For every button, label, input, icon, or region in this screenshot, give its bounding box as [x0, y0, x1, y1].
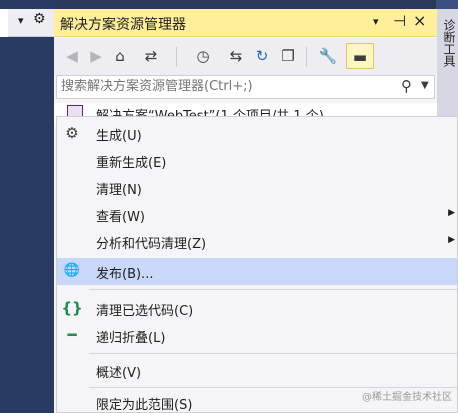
gear-icon[interactable]: ⚙: [33, 11, 46, 27]
menu-item-label: 查看(W): [96, 210, 145, 225]
menu-separator: [89, 289, 457, 290]
menu-item-analyze[interactable]: 分析和代码清理(Z) ▶: [57, 228, 457, 255]
search-icon[interactable]: ⚲: [401, 77, 412, 95]
left-panel: [0, 0, 54, 413]
wrench-icon[interactable]: 🔧: [316, 43, 340, 69]
close-icon[interactable]: ×: [413, 11, 426, 30]
title-bar: 解决方案资源管理器 ▾ ⊣ ×: [54, 9, 437, 37]
menu-item-publish[interactable]: 🌐 发布(B)...: [57, 258, 457, 285]
context-menu: ⚙ 生成(U) 重新生成(E) 清理(N) 查看(W) ▶ 分析和代码清理(Z)…: [56, 116, 458, 413]
submenu-arrow-icon: ▶: [448, 208, 455, 218]
menu-item-clean-selection[interactable]: {} 清理已选代码(C): [57, 295, 457, 322]
explorer-toolbar: ◀ ▶ ⌂ ⇄ ◷ ⇆ ↻ ❐ 🔧 ▬: [54, 38, 437, 75]
menu-item-label: 生成(U): [96, 129, 142, 144]
menu-item-collapse-recursive[interactable]: ━ 递归折叠(L): [57, 322, 457, 349]
toolbar-separator: [306, 47, 307, 67]
window-title: 解决方案资源管理器: [60, 17, 186, 33]
diagnostic-tools-tab[interactable]: 诊断工具: [436, 9, 458, 119]
menu-item-label: 分析和代码清理(Z): [96, 237, 207, 252]
refresh-icon[interactable]: ↻: [252, 43, 272, 69]
preview-icon[interactable]: ▬: [346, 43, 374, 69]
history-icon[interactable]: ◷: [188, 43, 218, 69]
switch-views-icon[interactable]: ⇄: [136, 43, 166, 69]
menu-item-label: 清理(N): [96, 183, 142, 198]
braces-icon: {}: [61, 299, 83, 317]
menu-item-rebuild[interactable]: 重新生成(E): [57, 147, 457, 174]
back-icon[interactable]: ◀: [62, 43, 82, 69]
search-input[interactable]: [61, 79, 391, 94]
chevron-down-icon[interactable]: ▾: [18, 14, 24, 27]
build-icon: ⚙: [65, 124, 79, 142]
menu-item-overview[interactable]: 概述(V): [57, 357, 457, 384]
menu-item-build[interactable]: ⚙ 生成(U): [57, 120, 457, 147]
submenu-arrow-icon: ▶: [448, 235, 455, 245]
menu-item-label: 发布(B)...: [96, 267, 154, 282]
menu-item-label: 限定为此范围(S): [96, 398, 193, 413]
sync-icon[interactable]: ⇆: [226, 43, 246, 69]
pin-icon[interactable]: ⊣: [393, 12, 406, 30]
search-box: ⚲ ▼: [56, 75, 435, 99]
menu-item-label: 概述(V): [96, 366, 142, 381]
window-options-chevron-icon[interactable]: ▾: [373, 15, 379, 28]
globe-icon: 🌐: [63, 263, 81, 278]
menu-item-label: 递归折叠(L): [96, 331, 166, 346]
menu-item-label: 重新生成(E): [96, 156, 167, 171]
menu-item-label: 清理已选代码(C): [96, 304, 194, 319]
collapse-icon: ━: [67, 326, 77, 344]
forward-icon[interactable]: ▶: [86, 43, 106, 69]
left-panel-toolbar: ▾ ⚙: [0, 9, 54, 37]
watermark: @稀土掘金技术社区: [362, 392, 452, 403]
menu-separator: [89, 353, 457, 354]
toolbar-separator: [176, 47, 177, 67]
collapse-all-icon[interactable]: ❐: [278, 43, 298, 69]
search-options-chevron-icon[interactable]: ▼: [421, 80, 429, 91]
left-toolbar-edge: [0, 9, 8, 37]
menu-item-view[interactable]: 查看(W) ▶: [57, 201, 457, 228]
home-icon[interactable]: ⌂: [110, 43, 130, 69]
menu-item-clean[interactable]: 清理(N): [57, 174, 457, 201]
